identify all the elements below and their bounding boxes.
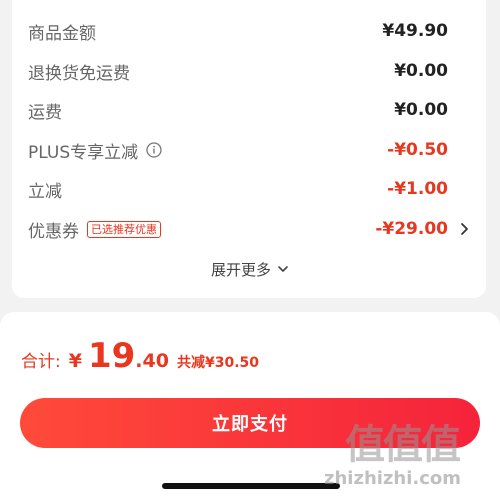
- plus-discount-value: -¥0.50: [387, 140, 448, 160]
- total-label: 合计:: [21, 352, 61, 372]
- watermark-logo: 值值值: [345, 422, 461, 468]
- watermark-url: zhizhizhi.com: [324, 468, 462, 489]
- total-amount-decimal: .40: [135, 350, 169, 372]
- row-free-return-shipping: 退换货免运费 ¥0.00: [28, 57, 448, 85]
- home-indicator: [162, 483, 340, 489]
- row-goods-amount: 商品金额 ¥49.90: [28, 17, 448, 45]
- row-shipping: 运费 ¥0.00: [28, 96, 448, 124]
- plus-discount-label: PLUS专享立减: [28, 142, 139, 163]
- free-return-shipping-value: ¥0.00: [394, 61, 448, 81]
- info-icon[interactable]: [146, 142, 162, 158]
- expand-more-button[interactable]: 展开更多: [0, 258, 500, 280]
- free-return-shipping-label: 退换货免运费: [28, 63, 130, 84]
- shipping-label: 运费: [28, 102, 62, 123]
- total-amount-integer: 19: [87, 336, 136, 376]
- plus-discount-label-group: PLUS专享立减: [28, 138, 162, 163]
- coupon-value: -¥29.00: [375, 219, 448, 239]
- shipping-value: ¥0.00: [394, 100, 448, 120]
- instant-discount-label: 立减: [28, 181, 62, 202]
- recommended-coupon-tag: 已选推荐优惠: [87, 220, 161, 238]
- row-coupon[interactable]: 优惠券 已选推荐优惠 -¥29.00: [28, 215, 448, 243]
- total-saved: 共减¥30.50: [176, 355, 259, 371]
- instant-discount-value: -¥1.00: [387, 179, 448, 199]
- coupon-label-group: 优惠券 已选推荐优惠: [28, 217, 161, 242]
- coupon-label: 优惠券: [28, 221, 79, 242]
- expand-more-label: 展开更多: [210, 260, 271, 279]
- chevron-right-icon[interactable]: [458, 220, 472, 238]
- row-plus-discount: PLUS专享立减 -¥0.50: [28, 136, 448, 164]
- total-price: 合计: ¥ 19 .40 共减¥30.50: [21, 336, 259, 386]
- goods-amount-label: 商品金额: [28, 23, 96, 44]
- currency-symbol: ¥: [68, 350, 82, 372]
- row-instant-discount: 立减 -¥1.00: [28, 175, 448, 203]
- chevron-down-icon: [277, 260, 289, 278]
- goods-amount-value: ¥49.90: [382, 21, 448, 41]
